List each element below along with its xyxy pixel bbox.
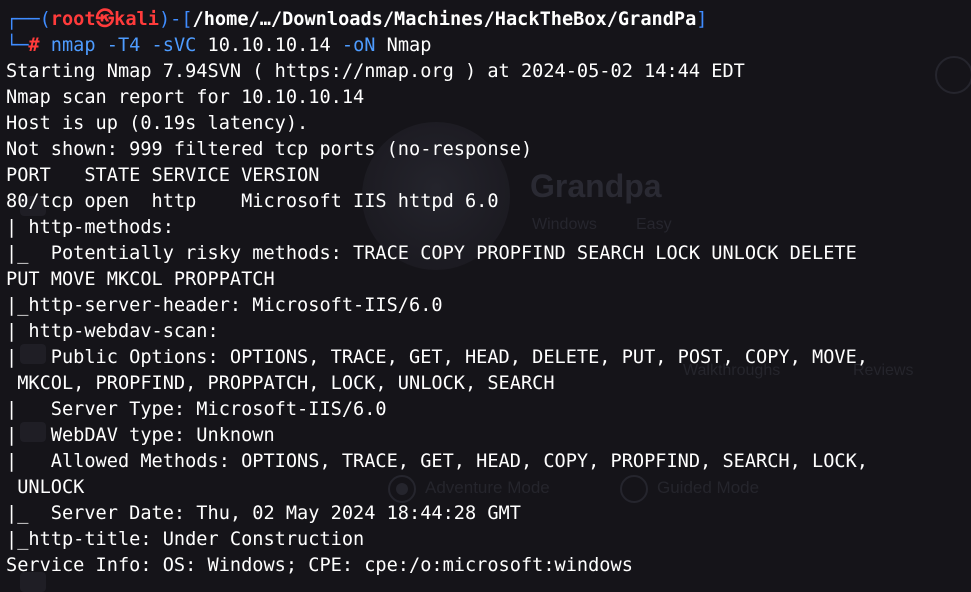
- output-line: |_http-title: Under Construction: [6, 529, 365, 550]
- command-arg: -oN: [330, 35, 376, 56]
- prompt-host: kali: [114, 9, 159, 30]
- command-arg: -sVC: [140, 35, 197, 56]
- command-arg: -T4: [95, 35, 141, 56]
- command-arg: 10.10.10.14: [196, 35, 331, 56]
- prompt-header: ┌──(root㉿kali)-[/home/…/Downloads/Machin…: [6, 7, 708, 33]
- prompt-user: root: [50, 9, 96, 30]
- output-line: | http-webdav-scan:: [6, 321, 219, 342]
- prompt-close-bracket: ]: [696, 9, 708, 30]
- terminal[interactable]: ┌──(root㉿kali)-[/home/…/Downloads/Machin…: [0, 0, 971, 589]
- prompt-hash: #: [28, 35, 40, 56]
- output-line: |_ Potentially risky methods: TRACE COPY…: [6, 243, 857, 264]
- output-line: PORT STATE SERVICE VERSION: [6, 165, 320, 186]
- output-line: Nmap scan report for 10.10.10.14: [6, 87, 365, 108]
- command-arg: Nmap: [375, 35, 432, 56]
- prompt-path: /home/…/Downloads/Machines/HackTheBox/Gr…: [192, 9, 697, 30]
- prompt-at-icon: ㉿: [95, 9, 115, 30]
- output-line: Host is up (0.19s latency).: [6, 113, 309, 134]
- prompt-open-bracket: ┌──(: [6, 9, 51, 30]
- output-line: Not shown: 999 filtered tcp ports (no-re…: [6, 139, 533, 160]
- command-line[interactable]: └─# nmap -T4 -sVC 10.10.10.14 -oN Nmap: [6, 33, 431, 59]
- output-line: |_http-server-header: Microsoft-IIS/6.0: [6, 295, 443, 316]
- command-name: nmap: [50, 35, 96, 56]
- output-line: Starting Nmap 7.94SVN ( https://nmap.org…: [6, 61, 745, 82]
- output-line: | Allowed Methods: OPTIONS, TRACE, GET, …: [6, 451, 868, 472]
- output-line: UNLOCK: [6, 477, 85, 498]
- prompt-second-prefix: └─: [6, 35, 29, 56]
- output-line: PUT MOVE MKCOL PROPPATCH: [6, 269, 275, 290]
- output-line: |_ Server Date: Thu, 02 May 2024 18:44:2…: [6, 503, 521, 524]
- output-line: | http-methods:: [6, 217, 174, 238]
- output-line: | Public Options: OPTIONS, TRACE, GET, H…: [6, 347, 868, 368]
- output-line: | Server Type: Microsoft-IIS/6.0: [6, 399, 387, 420]
- prompt-middle: )-[: [158, 9, 193, 30]
- output-line: 80/tcp open http Microsoft IIS httpd 6.0: [6, 191, 499, 212]
- output-line: Service Info: OS: Windows; CPE: cpe:/o:m…: [6, 555, 633, 576]
- output-line: | WebDAV type: Unknown: [6, 425, 275, 446]
- output-line: MKCOL, PROPFIND, PROPPATCH, LOCK, UNLOCK…: [6, 373, 555, 394]
